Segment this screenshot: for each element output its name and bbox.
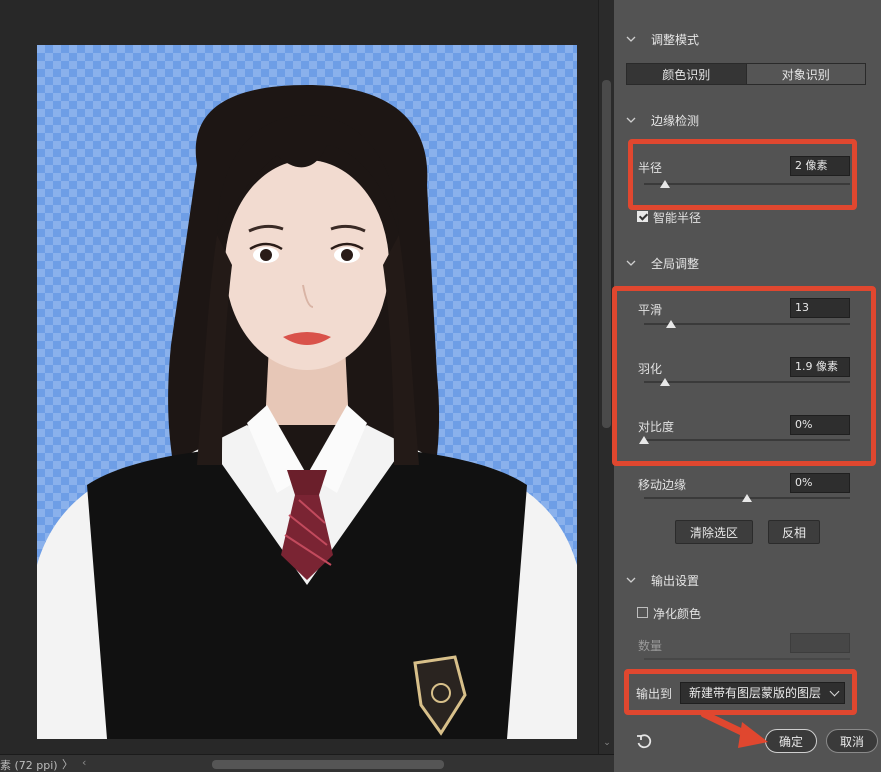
decontaminate-label: 净化颜色 <box>653 607 702 621</box>
invert-button[interactable]: 反相 <box>768 520 820 544</box>
feather-slider-track[interactable] <box>644 381 850 383</box>
horizontal-scrollbar-thumb[interactable] <box>212 760 444 769</box>
smooth-label: 平滑 <box>638 303 663 317</box>
section-output-settings[interactable]: 输出设置 <box>614 570 699 590</box>
section-title: 全局调整 <box>651 256 700 271</box>
tab-color-aware[interactable]: 颜色识别 <box>627 64 747 84</box>
smart-radius-checkbox[interactable] <box>637 211 648 222</box>
cancel-button[interactable]: 取消 <box>826 729 878 753</box>
tab-object-aware[interactable]: 对象识别 <box>746 64 865 84</box>
canvas-area[interactable] <box>0 0 598 754</box>
feather-label: 羽化 <box>638 362 663 376</box>
chevron-down-icon <box>626 117 636 123</box>
output-to-value: 新建带有图层蒙版的图层 <box>689 686 822 700</box>
mode-segmented-control: 颜色识别 对象识别 <box>626 63 866 85</box>
shift-edge-label: 移动边缘 <box>638 478 687 492</box>
amount-label: 数量 <box>638 639 663 653</box>
section-edge-detection[interactable]: 边缘检测 <box>614 110 699 130</box>
reset-icon[interactable] <box>635 733 653 751</box>
amount-field[interactable] <box>790 633 850 653</box>
scroll-left-icon[interactable]: ‹ <box>82 756 86 769</box>
scrollbar-thumb[interactable] <box>602 80 611 428</box>
contrast-slider-thumb[interactable] <box>639 436 649 444</box>
zoom-resolution-text: 素 (72 ppi) <box>0 759 58 772</box>
output-to-label: 输出到 <box>636 687 673 701</box>
shift-edge-field[interactable]: 0% <box>790 473 850 493</box>
scroll-down-icon[interactable]: ⌄ <box>601 738 613 748</box>
smart-radius-label: 智能半径 <box>653 211 702 225</box>
section-title: 边缘检测 <box>651 113 700 128</box>
contrast-field[interactable]: 0% <box>790 415 850 435</box>
chevron-down-icon <box>626 260 636 266</box>
contrast-label: 对比度 <box>638 420 675 434</box>
canvas-vertical-scrollbar[interactable]: ⌄ <box>598 0 614 754</box>
portrait-illustration <box>37 85 577 739</box>
radius-label: 半径 <box>638 161 663 175</box>
shift-edge-slider-thumb[interactable] <box>742 494 752 502</box>
contrast-slider-track[interactable] <box>644 439 850 441</box>
smooth-slider-thumb[interactable] <box>665 320 676 328</box>
status-bar: 素 (72 ppi) 〉 ‹ <box>0 754 614 772</box>
clear-selection-button[interactable]: 清除选区 <box>675 520 753 544</box>
decontaminate-checkbox[interactable] <box>637 607 648 618</box>
chevron-down-icon <box>829 686 840 697</box>
feather-field[interactable]: 1.9 像素 <box>790 357 850 377</box>
section-title: 调整模式 <box>651 32 700 47</box>
feather-slider-thumb[interactable] <box>659 378 670 386</box>
radius-slider-thumb[interactable] <box>659 180 670 188</box>
amount-slider-track <box>644 658 850 660</box>
section-adjust-mode[interactable]: 调整模式 <box>614 29 699 49</box>
smooth-field[interactable]: 13 <box>790 298 850 318</box>
section-global-refinements[interactable]: 全局调整 <box>614 253 699 273</box>
radius-slider-track[interactable] <box>644 183 850 185</box>
status-menu-arrow[interactable]: 〉 <box>62 756 73 772</box>
refine-edge-panel: 调整模式 颜色识别 对象识别 边缘检测 半径 2 像素 智能半径 全局调整 平滑… <box>612 0 881 772</box>
radius-field[interactable]: 2 像素 <box>790 156 850 176</box>
section-title: 输出设置 <box>651 573 700 588</box>
portrait-photo[interactable] <box>37 45 577 739</box>
chevron-down-icon <box>626 36 636 42</box>
annotation-arrow-icon <box>700 710 768 748</box>
chevron-down-icon <box>626 577 636 583</box>
